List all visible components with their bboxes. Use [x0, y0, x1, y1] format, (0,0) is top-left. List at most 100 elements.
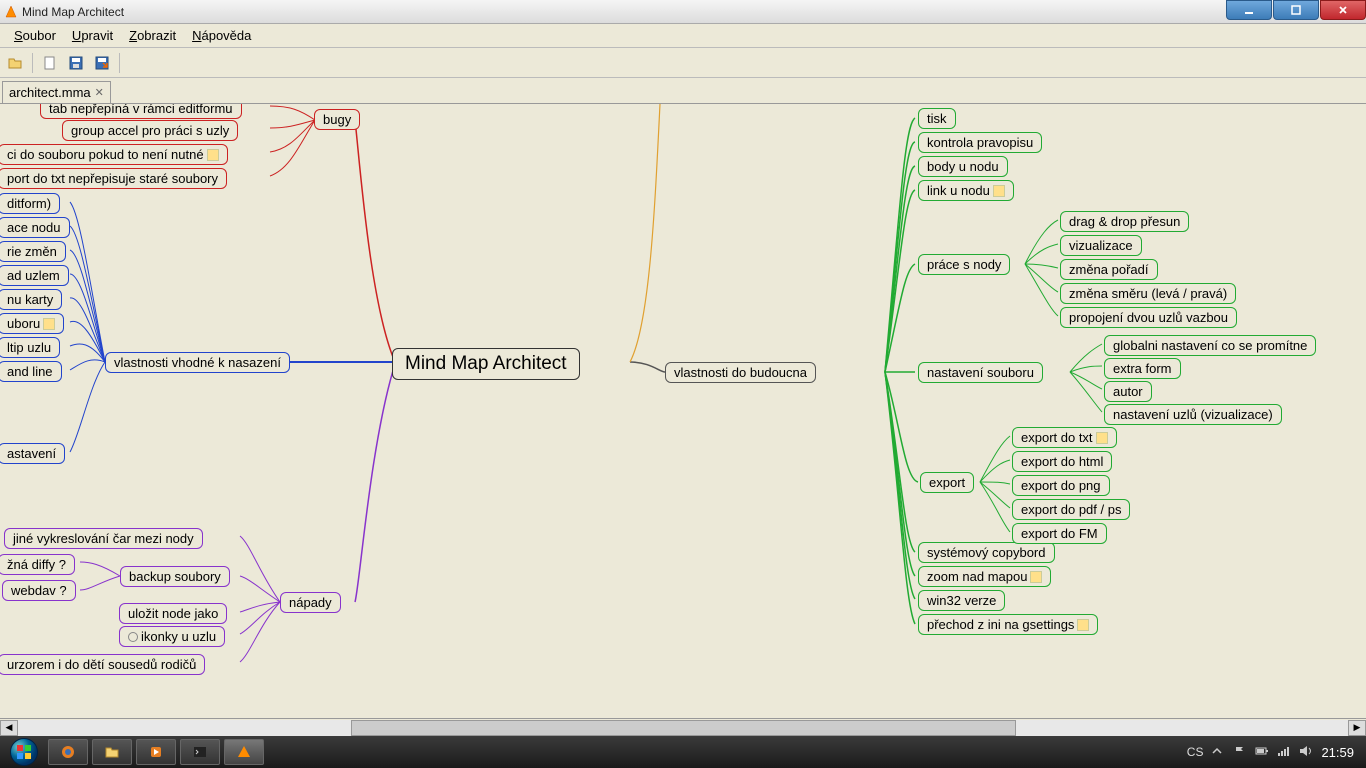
horizontal-scrollbar[interactable]: ◀ ▶	[0, 718, 1366, 736]
node-kontrola-pravopisu[interactable]: kontrola pravopisu	[918, 132, 1042, 153]
node-group-accel[interactable]: group accel pro práci s uzly	[62, 120, 238, 141]
tray-language[interactable]: CS	[1187, 745, 1204, 759]
scroll-thumb[interactable]	[351, 720, 1016, 736]
volume-icon[interactable]	[1299, 745, 1313, 759]
node-vizualizace[interactable]: vizualizace	[1060, 235, 1142, 256]
node-ci-do-souboru[interactable]: ci do souboru pokud to není nutné	[0, 144, 228, 165]
node-label: ditform)	[7, 196, 51, 211]
node-body-u-nodu[interactable]: body u nodu	[918, 156, 1008, 177]
node-and-line[interactable]: and line	[0, 361, 62, 382]
scroll-left-button[interactable]: ◀	[0, 720, 18, 736]
node-zoom-nad-mapou[interactable]: zoom nad mapou	[918, 566, 1051, 587]
menu-zobrazit[interactable]: Zobrazit	[121, 26, 184, 45]
toolbar-open-button[interactable]	[4, 52, 26, 74]
node-napady[interactable]: nápady	[280, 592, 341, 613]
window-close-button[interactable]	[1320, 0, 1366, 20]
node-export-fm[interactable]: export do FM	[1012, 523, 1107, 544]
node-label: bugy	[323, 112, 351, 127]
taskbar-app-media[interactable]	[136, 739, 176, 765]
node-tisk[interactable]: tisk	[918, 108, 956, 129]
node-vlastnosti-nasazeni[interactable]: vlastnosti vhodné k nasazení	[105, 352, 290, 373]
node-globalni-nastaveni[interactable]: globalni nastavení co se promítne	[1104, 335, 1316, 356]
note-icon	[1030, 571, 1042, 583]
node-backup-soubory[interactable]: backup soubory	[120, 566, 230, 587]
menu-upravit[interactable]: Upravit	[64, 26, 121, 45]
node-ad-uzlem[interactable]: ad uzlem	[0, 265, 69, 286]
node-ditform[interactable]: ditform)	[0, 193, 60, 214]
node-zmena-poradi[interactable]: změna pořadí	[1060, 259, 1158, 280]
node-nastaveni-souboru[interactable]: nastavení souboru	[918, 362, 1043, 383]
node-prechod-z-ini[interactable]: přechod z ini na gsettings	[918, 614, 1098, 635]
taskbar-app-mindmap[interactable]	[224, 739, 264, 765]
node-ace-nodu[interactable]: ace nodu	[0, 217, 70, 238]
window-maximize-button[interactable]	[1273, 0, 1319, 20]
node-systemovy-copybord[interactable]: systémový copybord	[918, 542, 1055, 563]
node-root[interactable]: Mind Map Architect	[392, 348, 580, 380]
note-icon	[993, 185, 1005, 197]
tab-close-icon[interactable]: ✕	[95, 86, 104, 99]
node-ikonky-u-uzlu[interactable]: ikonky u uzlu	[119, 626, 225, 647]
node-ltip-uzlu[interactable]: ltip uzlu	[0, 337, 60, 358]
node-label: export	[929, 475, 965, 490]
node-ulozit-node[interactable]: uložit node jako	[119, 603, 227, 624]
node-nu-karty[interactable]: nu karty	[0, 289, 62, 310]
node-label: ad uzlem	[7, 268, 60, 283]
node-webdav[interactable]: webdav ?	[2, 580, 76, 601]
node-label: vlastnosti vhodné k nasazení	[114, 355, 281, 370]
node-zmena-smeru[interactable]: změna směru (levá / pravá)	[1060, 283, 1236, 304]
toolbar-save-button[interactable]	[65, 52, 87, 74]
node-prace-s-nody[interactable]: práce s nody	[918, 254, 1010, 275]
taskbar-app-firefox[interactable]	[48, 739, 88, 765]
node-link-u-nodu[interactable]: link u nodu	[918, 180, 1014, 201]
node-uboru[interactable]: uboru	[0, 313, 64, 334]
taskbar-app-terminal[interactable]	[180, 739, 220, 765]
node-rie-zmen[interactable]: rie změn	[0, 241, 66, 262]
menu-napoveda[interactable]: Nápověda	[184, 26, 259, 45]
node-label: autor	[1113, 384, 1143, 399]
node-label: kontrola pravopisu	[927, 135, 1033, 150]
menubar: Soubor Upravit Zobrazit Nápověda	[0, 24, 1366, 48]
node-label: ci do souboru pokud to není nutné	[7, 147, 204, 162]
taskbar-clock[interactable]: 21:59	[1321, 745, 1354, 760]
node-label: drag & drop přesun	[1069, 214, 1180, 229]
node-export-html[interactable]: export do html	[1012, 451, 1112, 472]
node-propojeni[interactable]: propojení dvou uzlů vazbou	[1060, 307, 1237, 328]
node-nastaveni-uzlu[interactable]: nastavení uzlů (vizualizace)	[1104, 404, 1282, 425]
node-export-pdf[interactable]: export do pdf / ps	[1012, 499, 1130, 520]
node-export-txt[interactable]: export do txt	[1012, 427, 1117, 448]
node-autor[interactable]: autor	[1104, 381, 1152, 402]
chevron-up-icon[interactable]	[1211, 745, 1225, 759]
node-bugy[interactable]: bugy	[314, 109, 360, 130]
document-tab[interactable]: architect.mma ✕	[2, 81, 111, 103]
node-port-do-txt[interactable]: port do txt nepřepisuje staré soubory	[0, 168, 227, 189]
node-export[interactable]: export	[920, 472, 974, 493]
start-button[interactable]	[4, 736, 44, 768]
node-urzorem[interactable]: urzorem i do dětí sousedů rodičů	[0, 654, 205, 675]
taskbar-app-explorer[interactable]	[92, 739, 132, 765]
window-minimize-button[interactable]	[1226, 0, 1272, 20]
scroll-track[interactable]	[18, 720, 1348, 736]
note-icon	[207, 149, 219, 161]
toolbar-saveas-button[interactable]	[91, 52, 113, 74]
node-astaveni-left[interactable]: astavení	[0, 443, 65, 464]
node-vlastnosti-budoucna[interactable]: vlastnosti do budoucna	[665, 362, 816, 383]
node-zna-diffy[interactable]: žná diffy ?	[0, 554, 75, 575]
node-drag-drop[interactable]: drag & drop přesun	[1060, 211, 1189, 232]
node-label: tisk	[927, 111, 947, 126]
node-extra-form[interactable]: extra form	[1104, 358, 1181, 379]
toolbar-new-button[interactable]	[39, 52, 61, 74]
windows-logo-icon	[10, 738, 38, 766]
node-label: win32 verze	[927, 593, 996, 608]
node-label: port do txt nepřepisuje staré soubory	[7, 171, 218, 186]
wifi-icon[interactable]	[1277, 745, 1291, 759]
mindmap-canvas[interactable]: Mind Map Architect bugy vlastnosti vhodn…	[0, 104, 1366, 718]
node-jine-vykreslovani[interactable]: jiné vykreslování čar mezi nody	[4, 528, 203, 549]
flag-icon[interactable]	[1233, 745, 1247, 759]
node-export-png[interactable]: export do png	[1012, 475, 1110, 496]
node-win32-verze[interactable]: win32 verze	[918, 590, 1005, 611]
battery-icon[interactable]	[1255, 745, 1269, 759]
scroll-right-button[interactable]: ▶	[1348, 720, 1366, 736]
node-tab-neprepina[interactable]: tab nepřepíná v rámci editformu	[40, 104, 242, 119]
node-label: export do txt	[1021, 430, 1093, 445]
menu-soubor[interactable]: Soubor	[6, 26, 64, 45]
